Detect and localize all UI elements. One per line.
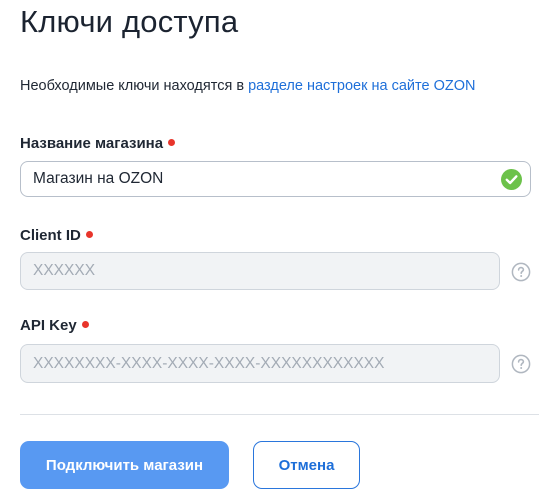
client-id-field[interactable]	[20, 252, 500, 290]
store-name-label-text: Название магазина	[20, 135, 164, 152]
check-circle-icon	[501, 169, 522, 190]
client-id-label-text: Client ID	[20, 227, 81, 244]
api-key-label-text: API Key	[20, 317, 77, 334]
store-name-label: Название магазина	[20, 135, 176, 152]
store-name-input[interactable]	[33, 162, 492, 196]
settings-link[interactable]: разделе настроек на сайте OZON	[248, 78, 475, 94]
required-indicator	[81, 321, 89, 328]
required-indicator	[85, 231, 93, 238]
question-circle-icon[interactable]	[511, 354, 531, 374]
question-circle-icon[interactable]	[511, 262, 531, 282]
intro-text: Необходимые ключи находятся в разделе на…	[20, 78, 475, 94]
store-name-field[interactable]	[20, 161, 531, 197]
intro-text-prefix: Необходимые ключи находятся в	[20, 78, 249, 94]
required-indicator	[168, 139, 176, 146]
cancel-button[interactable]: Отмена	[253, 441, 360, 489]
connect-store-button[interactable]: Подключить магазин	[20, 441, 229, 489]
access-keys-page: Ключи доступа Необходимые ключи находятс…	[0, 0, 549, 504]
client-id-label: Client ID	[20, 227, 93, 244]
client-id-input[interactable]	[33, 253, 461, 289]
page-title: Ключи доступа	[20, 4, 239, 39]
api-key-input[interactable]	[33, 345, 461, 382]
api-key-label: API Key	[20, 317, 89, 334]
divider	[20, 414, 539, 415]
api-key-field[interactable]	[20, 344, 500, 383]
